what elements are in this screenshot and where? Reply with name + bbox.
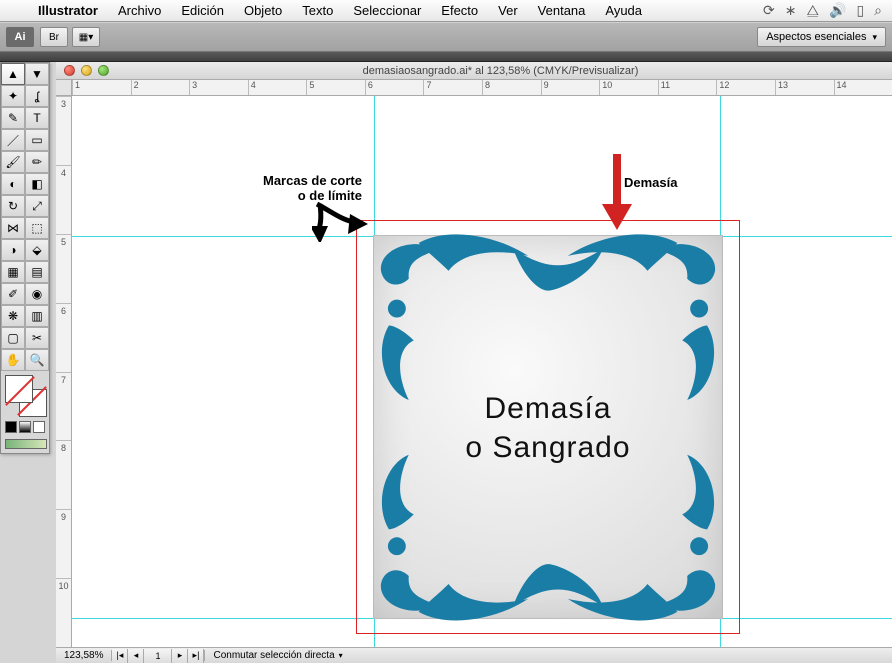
- zoom-window-button[interactable]: [98, 65, 109, 76]
- ruler-horizontal[interactable]: 1234567891011121314: [72, 80, 892, 96]
- menu-archivo[interactable]: Archivo: [108, 3, 171, 18]
- gradient-tool[interactable]: ▤: [25, 261, 49, 283]
- selection-tool[interactable]: ▲: [1, 63, 25, 85]
- status-dropdown[interactable]: Conmutar selección directa: [204, 650, 350, 661]
- document-title: demasiaosangrado.ai* al 123,58% (CMYK/Pr…: [109, 65, 892, 77]
- color-mode-icon[interactable]: [5, 421, 17, 433]
- symbol-sprayer-tool[interactable]: ❋: [1, 305, 25, 327]
- pen-tool[interactable]: ✎: [1, 107, 25, 129]
- ruler-vertical[interactable]: 345678910: [56, 96, 72, 647]
- illustrator-app-bar: Ai Br ▦▾ Aspectos esenciales: [0, 22, 892, 52]
- width-tool[interactable]: ⋈: [1, 217, 25, 239]
- rectangle-tool[interactable]: ▭: [25, 129, 49, 151]
- free-transform-tool[interactable]: ⬚: [25, 217, 49, 239]
- volume-icon[interactable]: 🔊: [829, 2, 846, 19]
- graph-tool[interactable]: ▥: [25, 305, 49, 327]
- wifi-icon[interactable]: ⧋: [807, 2, 820, 19]
- battery-icon[interactable]: ▯: [856, 2, 864, 19]
- hand-tool[interactable]: ✋: [1, 349, 25, 371]
- artwork-title: Demasíao Sangrado: [374, 389, 722, 467]
- menu-ventana[interactable]: Ventana: [528, 3, 596, 18]
- blend-tool[interactable]: ◉: [25, 283, 49, 305]
- mac-menubar: Illustrator Archivo Edición Objeto Texto…: [0, 0, 892, 22]
- magic-wand-tool[interactable]: ✦: [1, 85, 25, 107]
- scale-tool[interactable]: ⤢: [25, 195, 49, 217]
- artboard: Demasíao Sangrado: [374, 236, 722, 618]
- arrow-black-icon: [312, 202, 372, 242]
- document-titlebar: demasiaosangrado.ai* al 123,58% (CMYK/Pr…: [56, 62, 892, 80]
- mesh-tool[interactable]: ▦: [1, 261, 25, 283]
- status-bar: 123,58% |◂ ◂ 1 ▸ ▸| Conmutar selección d…: [56, 647, 892, 663]
- ruler-origin[interactable]: [56, 80, 72, 96]
- menubar-extras: ⟳ ∗ ⧋ 🔊 ▯ ⌕: [763, 2, 892, 19]
- bluetooth-icon[interactable]: ∗: [785, 2, 797, 19]
- menu-objeto[interactable]: Objeto: [234, 3, 292, 18]
- annotation-crop-marks: Marcas de corteo de límite: [202, 174, 362, 204]
- rotate-tool[interactable]: ↻: [1, 195, 25, 217]
- window-controls: [56, 65, 109, 76]
- menu-ver[interactable]: Ver: [488, 3, 528, 18]
- draw-mode-icon[interactable]: [5, 439, 47, 449]
- sync-icon[interactable]: ⟳: [763, 2, 775, 19]
- type-tool[interactable]: T: [25, 107, 49, 129]
- workspace-dropdown[interactable]: Aspectos esenciales: [757, 27, 886, 47]
- bridge-button[interactable]: Br: [40, 27, 68, 47]
- annotation-bleed: Demasía: [624, 176, 677, 191]
- arrange-docs-button[interactable]: ▦▾: [72, 27, 100, 47]
- artboard-number[interactable]: 1: [144, 649, 172, 663]
- gradient-mode-icon[interactable]: [19, 421, 31, 433]
- last-artboard-button[interactable]: ▸|: [188, 649, 204, 663]
- lasso-tool[interactable]: ʆ: [25, 85, 49, 107]
- toolbox: ▲▼ ✦ʆ ✎T ／▭ 🖌✏ ◐◧ ↻⤢ ⋈⬚ ◑⬙ ▦▤ ✐◉ ❋▥ ▢✂ ✋…: [0, 62, 50, 454]
- line-tool[interactable]: ／: [1, 129, 25, 151]
- color-swatches: [1, 371, 49, 453]
- menu-ayuda[interactable]: Ayuda: [595, 3, 652, 18]
- minimize-window-button[interactable]: [81, 65, 92, 76]
- ai-logo-icon: Ai: [6, 27, 34, 47]
- canvas-area: 1234567891011121314 345678910: [56, 80, 892, 647]
- fill-swatch[interactable]: [5, 375, 33, 403]
- close-window-button[interactable]: [64, 65, 75, 76]
- slice-tool[interactable]: ✂: [25, 327, 49, 349]
- direct-selection-tool[interactable]: ▼: [25, 63, 49, 85]
- canvas[interactable]: Demasíao Sangrado Marcas de corteo de lí…: [72, 96, 892, 647]
- spotlight-icon[interactable]: ⌕: [874, 2, 882, 19]
- zoom-tool[interactable]: 🔍: [25, 349, 49, 371]
- shape-builder-tool[interactable]: ◑: [1, 239, 25, 261]
- zoom-level[interactable]: 123,58%: [56, 650, 112, 661]
- menu-seleccionar[interactable]: Seleccionar: [343, 3, 431, 18]
- menu-edicion[interactable]: Edición: [171, 3, 234, 18]
- app-name-menu[interactable]: Illustrator: [28, 3, 108, 18]
- next-artboard-button[interactable]: ▸: [172, 649, 188, 663]
- perspective-tool[interactable]: ⬙: [25, 239, 49, 261]
- artboard-tool[interactable]: ▢: [1, 327, 25, 349]
- eraser-tool[interactable]: ◧: [25, 173, 49, 195]
- blob-brush-tool[interactable]: ◐: [1, 173, 25, 195]
- first-artboard-button[interactable]: |◂: [112, 649, 128, 663]
- control-panel-strip: [0, 52, 892, 62]
- menu-texto[interactable]: Texto: [292, 3, 343, 18]
- arrow-red-icon: [602, 154, 632, 230]
- menu-efecto[interactable]: Efecto: [431, 3, 488, 18]
- eyedropper-tool[interactable]: ✐: [1, 283, 25, 305]
- none-mode-icon[interactable]: [33, 421, 45, 433]
- prev-artboard-button[interactable]: ◂: [128, 649, 144, 663]
- paintbrush-tool[interactable]: 🖌: [1, 151, 25, 173]
- pencil-tool[interactable]: ✏: [25, 151, 49, 173]
